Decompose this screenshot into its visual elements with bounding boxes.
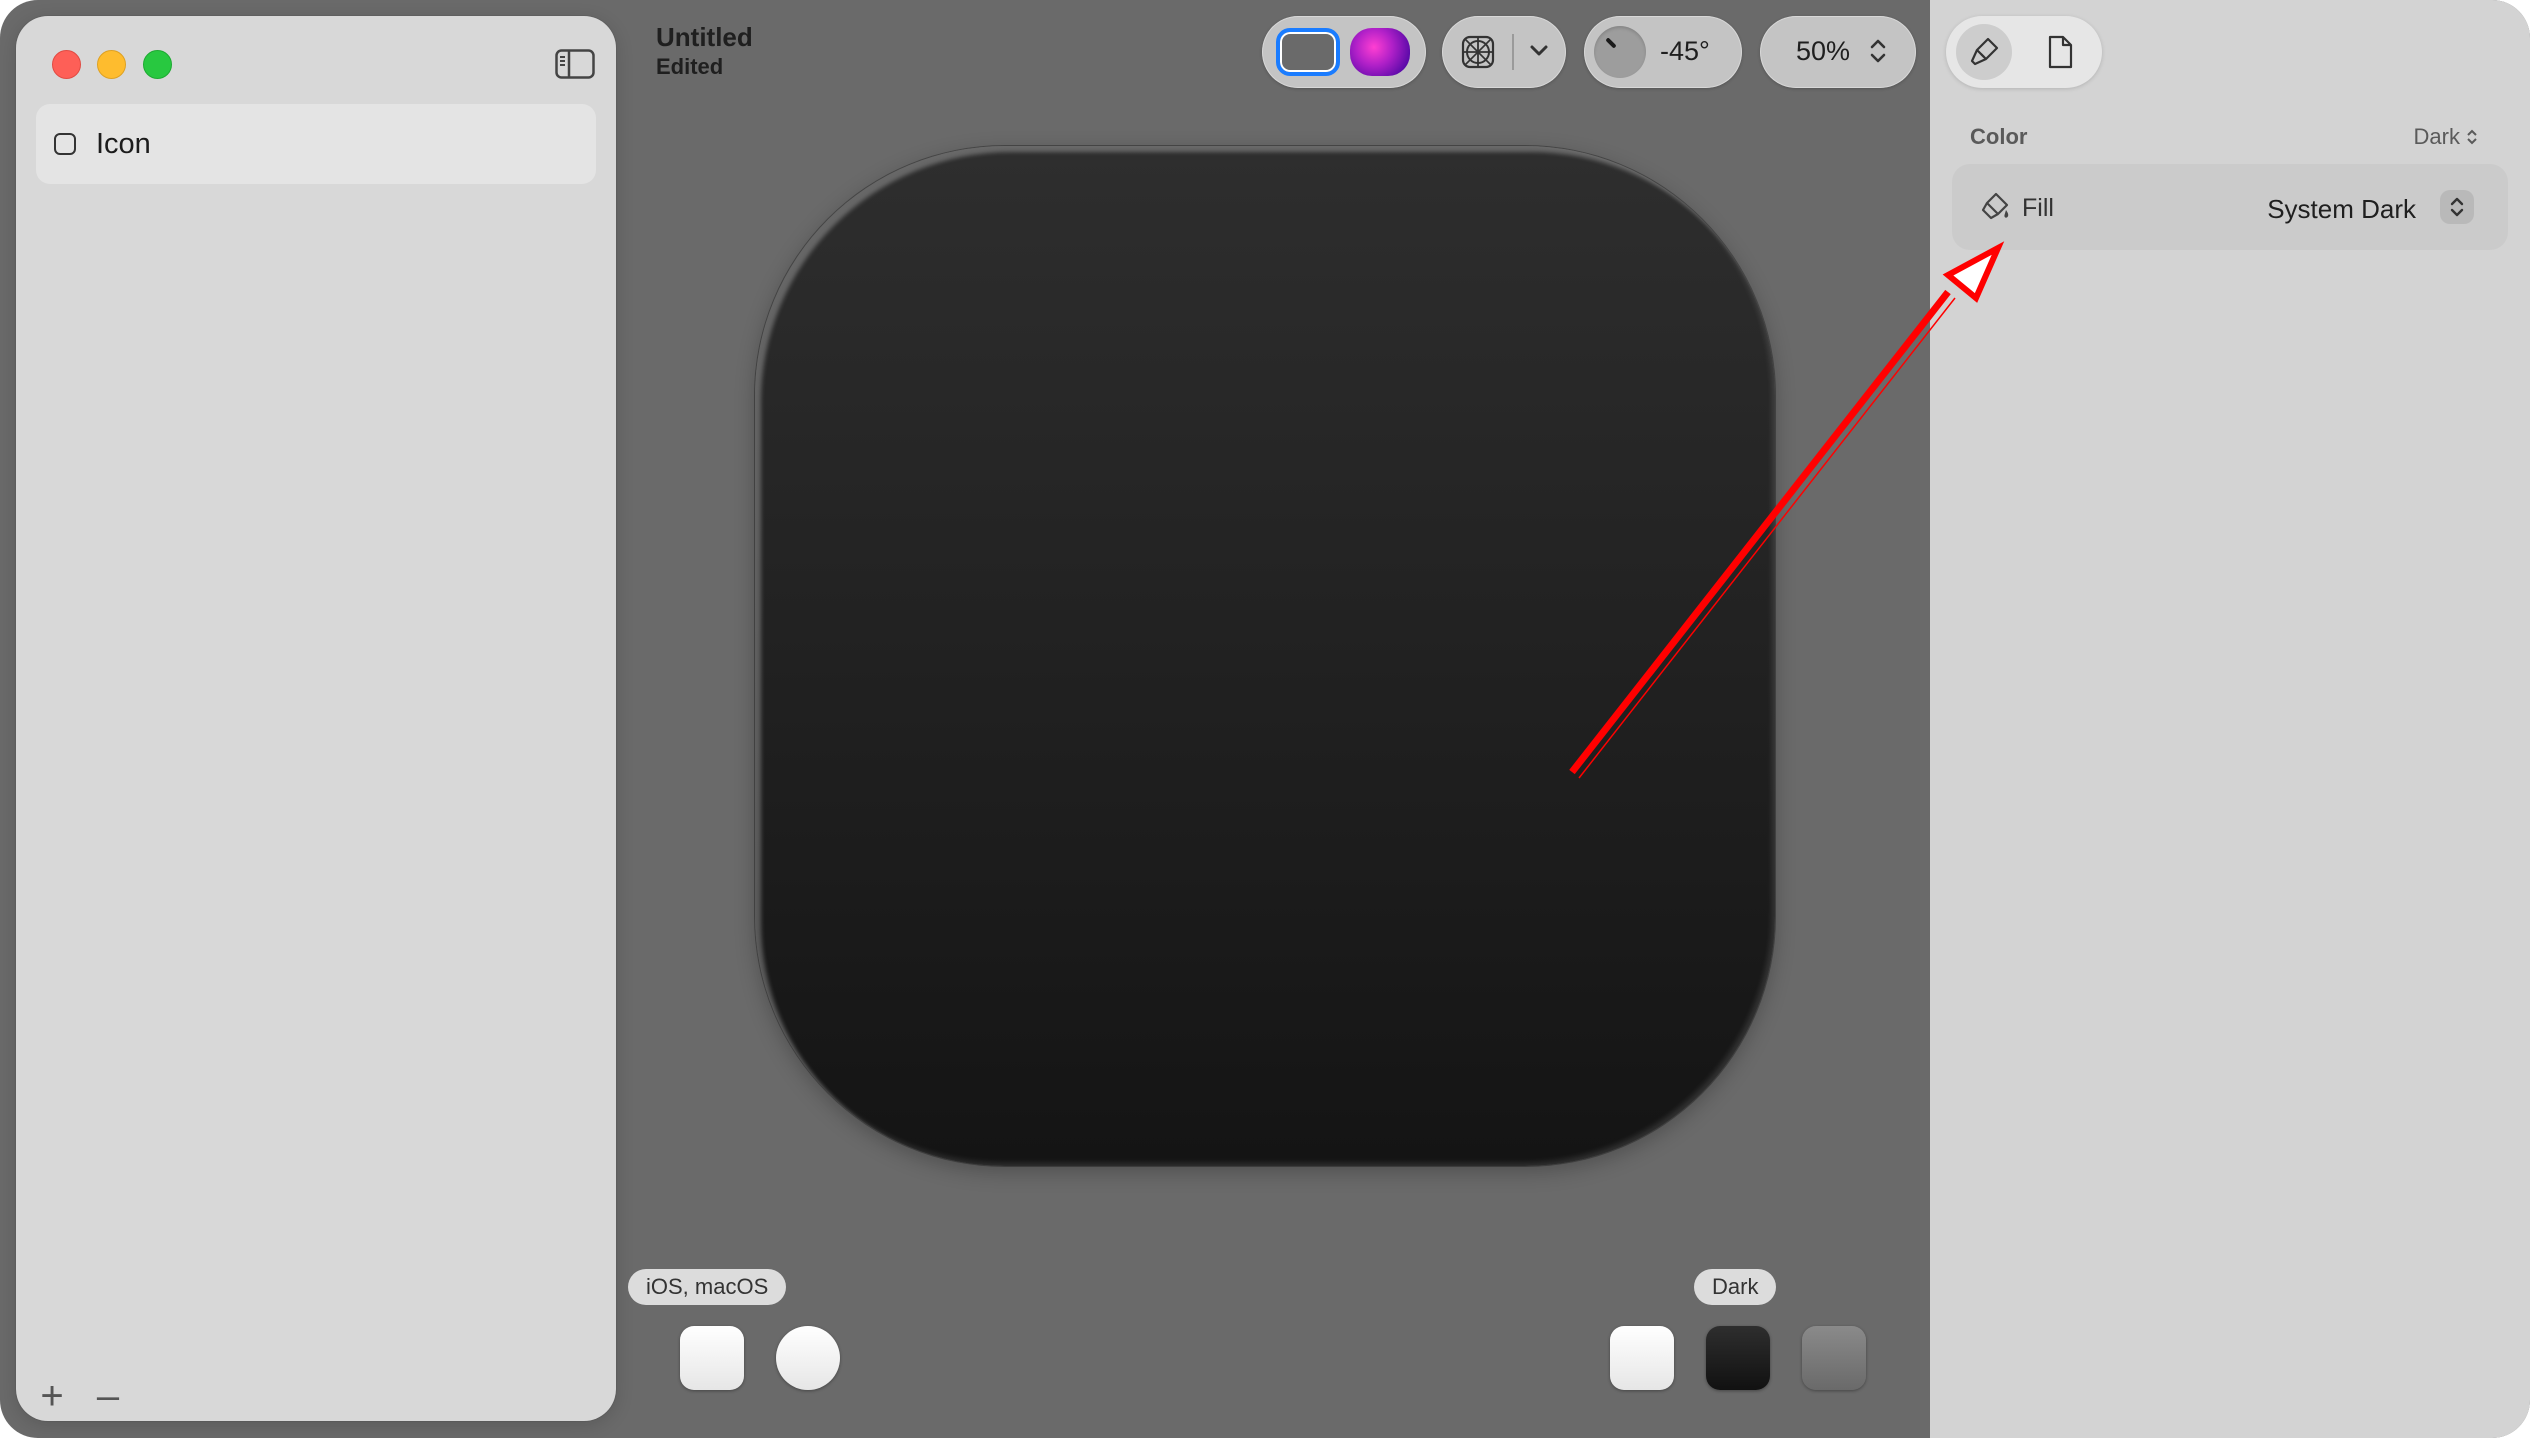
sidebar-item-label: Icon [96, 127, 151, 160]
zoom-value: 50% [1796, 36, 1851, 66]
appearance-mode-selector[interactable]: Dark [2414, 124, 2478, 150]
grid-overlay-control[interactable] [1442, 16, 1566, 88]
platform-badge: iOS, macOS [628, 1269, 787, 1305]
liquid-glass-icon[interactable] [1350, 28, 1410, 76]
add-layer-button[interactable]: + [32, 1376, 72, 1416]
app-icon-preview [755, 146, 1775, 1166]
zoom-window-button[interactable] [143, 50, 172, 79]
document-icon[interactable] [2032, 24, 2088, 80]
inspector-tabs [1946, 16, 2102, 88]
light-appearance-button[interactable] [1610, 1326, 1674, 1390]
divider [1512, 34, 1514, 70]
sidebar: Icon + – [16, 16, 616, 1421]
chevron-down-icon[interactable] [1526, 36, 1552, 71]
default-icon[interactable] [1276, 28, 1340, 76]
fill-value[interactable]: System Dark [2267, 194, 2416, 225]
fill-label: Fill [2022, 194, 2054, 222]
chevron-up-down-icon [2467, 129, 2477, 145]
fill-row[interactable]: Fill System Dark [1952, 164, 2508, 250]
light-angle-control[interactable]: -45° [1584, 16, 1742, 88]
paintbrush-icon[interactable] [1956, 24, 2012, 80]
light-angle-value: -45° [1660, 36, 1710, 66]
light-angle-dial[interactable] [1594, 26, 1646, 78]
circle-shape-button[interactable] [776, 1326, 840, 1390]
document-status: Edited [656, 54, 724, 79]
appearance-mode-value: Dark [2413, 124, 2460, 149]
chevron-up-down-icon[interactable] [1868, 36, 1888, 71]
sidebar-toggle-icon[interactable] [547, 38, 603, 90]
color-section-label: Color [1970, 124, 2028, 149]
dark-appearance-button[interactable] [1706, 1326, 1770, 1390]
chevron-up-down-icon[interactable] [2440, 190, 2474, 224]
tinted-appearance-button[interactable] [1802, 1326, 1866, 1390]
app-window: Icon + – Untitled Edited -45° 50% iOS, m… [0, 0, 2530, 1438]
sidebar-item-icon[interactable]: Icon [36, 104, 596, 184]
document-title: Untitled [656, 22, 753, 52]
checkbox-icon[interactable] [54, 133, 76, 155]
minimize-window-button[interactable] [97, 50, 126, 79]
close-window-button[interactable] [52, 50, 81, 79]
paint-bucket-icon [1978, 190, 2012, 229]
remove-layer-button[interactable]: – [88, 1376, 128, 1416]
grid-overlay-icon[interactable] [1460, 34, 1496, 75]
rounded-square-shape-button[interactable] [680, 1326, 744, 1390]
render-mode-segmented-control[interactable] [1262, 16, 1426, 88]
inspector-panel: Color Dark Fill System Dark [1930, 0, 2530, 1438]
zoom-control[interactable]: 50% [1760, 16, 1916, 88]
appearance-badge: Dark [1694, 1269, 1777, 1305]
